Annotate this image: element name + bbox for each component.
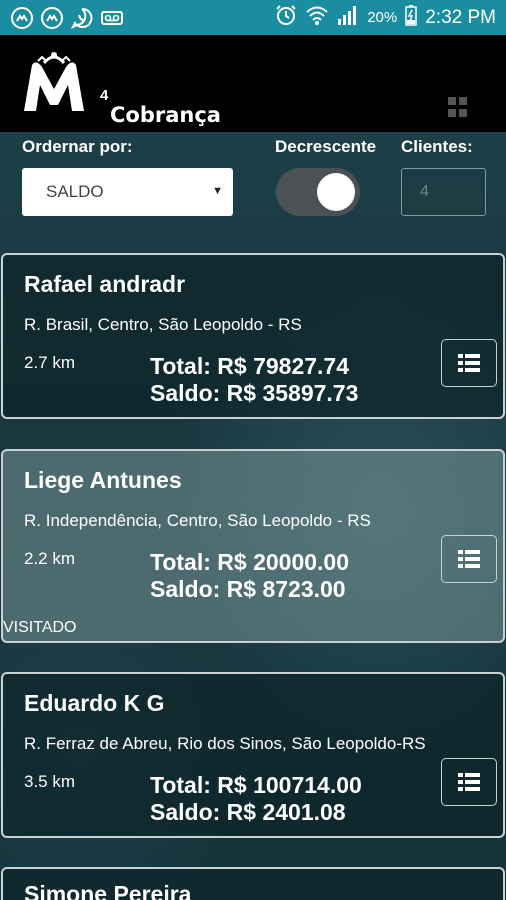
list-icon	[458, 550, 480, 568]
customer-total: Total: R$ 20000.00	[150, 549, 350, 575]
app-header: 4 Cobrança	[0, 35, 506, 132]
customer-saldo: Saldo: R$ 35897.73	[150, 380, 359, 406]
messenger-icon	[10, 6, 34, 29]
battery-charging-icon	[405, 4, 417, 32]
customer-card[interactable]: Simone Pereira	[1, 867, 505, 900]
descending-toggle[interactable]	[276, 168, 360, 216]
order-by-select[interactable]: SALDO ▼	[22, 168, 233, 216]
customer-card[interactable]: Eduardo K G R. Ferraz de Abreu, Rio dos …	[1, 672, 505, 838]
details-button[interactable]	[441, 339, 497, 387]
customer-name: Simone Pereira	[24, 881, 192, 900]
details-button[interactable]	[441, 758, 497, 806]
clients-label: Clientes:	[401, 137, 473, 156]
dropdown-caret-icon: ▼	[212, 185, 223, 197]
customer-name: Liege Antunes	[24, 467, 182, 493]
signal-icon	[337, 4, 359, 32]
status-bar: 20% 2:32 PM	[0, 0, 506, 35]
customer-saldo: Saldo: R$ 8723.00	[150, 576, 346, 602]
alarm-icon	[275, 4, 297, 32]
customer-total: Total: R$ 79827.74	[150, 353, 350, 379]
customer-total: Total: R$ 100714.00	[150, 772, 362, 798]
details-button[interactable]	[441, 535, 497, 583]
m4-logo-icon	[24, 52, 84, 111]
order-by-label: Ordernar por:	[22, 137, 133, 156]
app-logo: 4 Cobrança	[20, 49, 221, 127]
voicemail-icon	[100, 7, 124, 29]
toggle-knob	[317, 173, 355, 211]
list-icon	[458, 773, 480, 791]
customer-card[interactable]: Liege Antunes R. Independência, Centro, …	[1, 449, 505, 643]
customer-saldo: Saldo: R$ 2401.08	[150, 799, 346, 825]
descending-label: Decrescente	[275, 137, 377, 156]
customer-address: R. Ferraz de Abreu, Rio dos Sinos, São L…	[24, 734, 426, 753]
battery-percent: 20%	[367, 9, 398, 26]
apps-grid-icon[interactable]	[448, 97, 468, 117]
customer-address: R. Brasil, Centro, São Leopoldo - RS	[24, 315, 302, 334]
visited-status: VISITADO	[3, 619, 77, 636]
wifi-icon	[305, 4, 329, 32]
order-by-value: SALDO	[46, 182, 104, 201]
customer-name: Rafael andradr	[24, 271, 186, 297]
customer-card[interactable]: Rafael andradr R. Brasil, Centro, São Le…	[1, 253, 505, 419]
customer-distance: 2.7 km	[24, 353, 76, 372]
clients-count-input[interactable]: 4	[401, 168, 486, 216]
list-icon	[458, 354, 480, 372]
logo-superscript: 4	[100, 87, 109, 104]
customer-address: R. Independência, Centro, São Leopoldo -…	[24, 511, 371, 530]
clock-time: 2:32 PM	[425, 6, 496, 28]
customer-distance: 3.5 km	[24, 772, 76, 791]
messenger-icon	[40, 6, 64, 29]
customer-name: Eduardo K G	[24, 690, 165, 716]
whatsapp-icon	[70, 7, 94, 29]
logo-text: Cobrança	[110, 103, 221, 127]
customer-distance: 2.2 km	[24, 549, 76, 568]
